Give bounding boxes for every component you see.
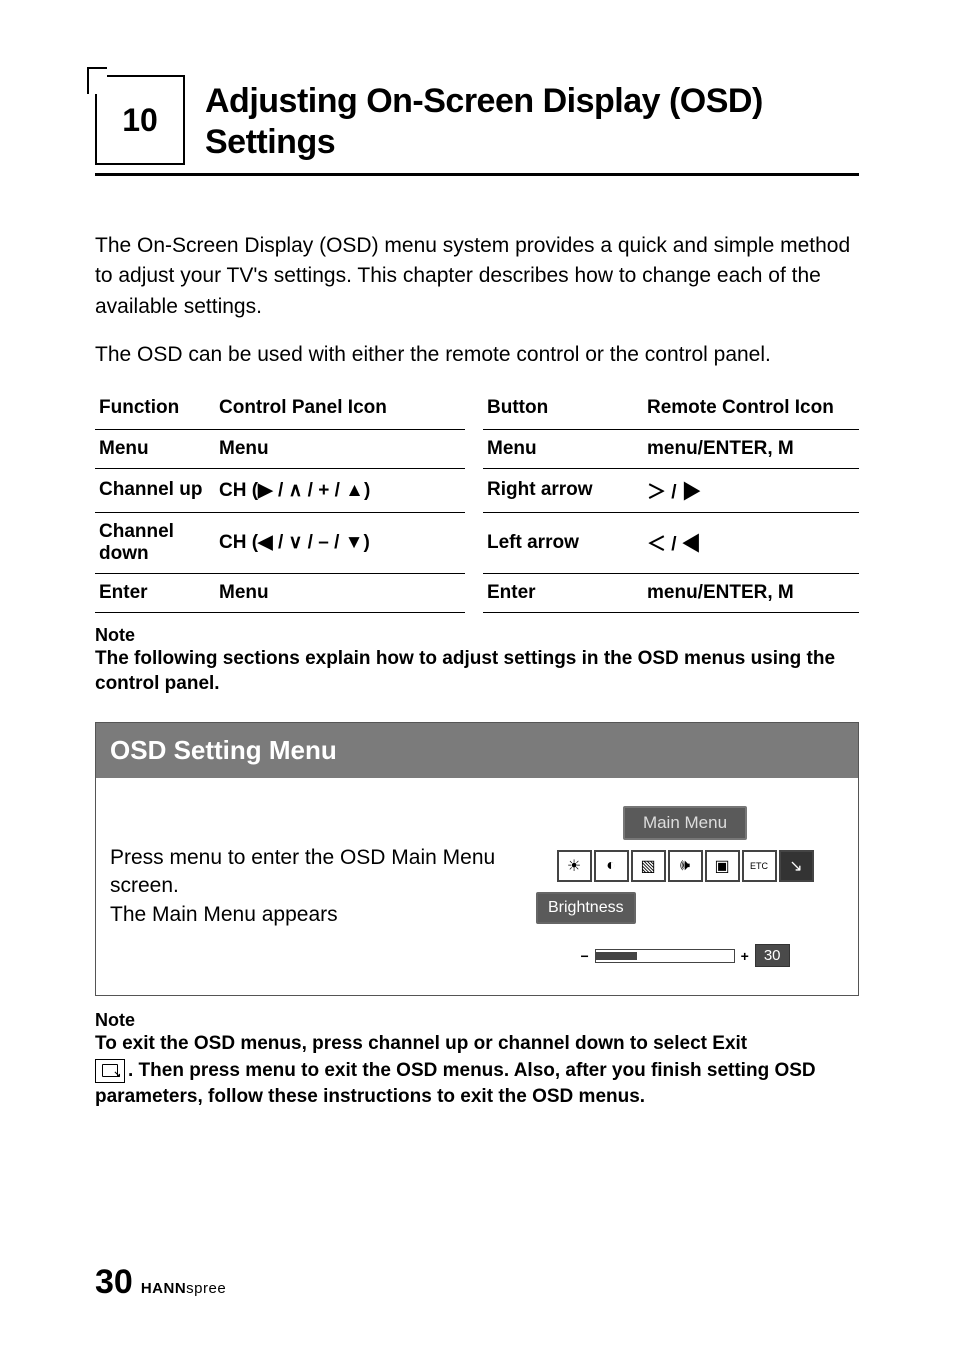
slider-fill xyxy=(596,952,637,960)
etc-icon: ETC xyxy=(742,850,777,882)
note-label: Note xyxy=(95,625,859,646)
header-button: Button xyxy=(483,389,643,430)
picture-icon: ▧ xyxy=(631,850,666,882)
table-row: Enter Menu Enter menu/ENTER, M xyxy=(95,573,859,612)
cell-rci: ＞ / ▶ xyxy=(643,468,859,512)
table-row: Channel down CH (◀ / ∨ / – / ▼) Left arr… xyxy=(95,512,859,573)
cell-rci: menu/ENTER, M xyxy=(643,573,859,612)
section-body-text: Press menu to enter the OSD Main Menu sc… xyxy=(110,844,510,929)
brand-light: spree xyxy=(186,1280,226,1297)
gap xyxy=(465,573,483,612)
table-row: Menu Menu Menu menu/ENTER, M xyxy=(95,429,859,468)
contrast-icon: ◐ xyxy=(594,850,629,882)
cell-function: Menu xyxy=(95,429,215,468)
note2-line1: To exit the OSD menus, press channel up … xyxy=(95,1033,747,1054)
plus-icon: + xyxy=(741,948,749,964)
screen-icon: ▣ xyxy=(705,850,740,882)
gap xyxy=(465,429,483,468)
gap xyxy=(465,468,483,512)
cell-function: Enter xyxy=(95,573,215,612)
osd-graphic: Main Menu ☀ ◐ ▧ 🕪 ▣ ETC ↘ Brightness − +… xyxy=(530,806,840,967)
section-line-1: Press menu to enter the OSD Main Menu sc… xyxy=(110,846,495,897)
cell-function: Channel up xyxy=(95,468,215,512)
cell-cpi: Menu xyxy=(215,429,465,468)
slider-value: 30 xyxy=(755,944,790,967)
page-number: 30 xyxy=(95,1263,133,1302)
osd-brightness-label: Brightness xyxy=(536,892,636,924)
intro-paragraph-2: The OSD can be used with either the remo… xyxy=(95,340,859,370)
section-body: Press menu to enter the OSD Main Menu sc… xyxy=(96,778,858,995)
gap xyxy=(465,512,483,573)
cell-rci: menu/ENTER, M xyxy=(643,429,859,468)
cell-cpi: CH (▶ / ∧ / + / ▲) xyxy=(215,468,465,512)
cell-rci: ＜ / ◀ xyxy=(643,512,859,573)
cell-button: Menu xyxy=(483,429,643,468)
brand-bold: HANN xyxy=(141,1280,186,1297)
exit-icon: ↘ xyxy=(779,850,814,882)
cell-button: Right arrow xyxy=(483,468,643,512)
intro-paragraph-1: The On-Screen Display (OSD) menu system … xyxy=(95,231,859,322)
header-function: Function xyxy=(95,389,215,430)
gap xyxy=(465,389,483,430)
note-text: The following sections explain how to ad… xyxy=(95,646,859,697)
audio-icon: 🕪 xyxy=(668,850,703,882)
header-remote-control-icon: Remote Control Icon xyxy=(643,389,859,430)
chapter-header: 10 Adjusting On-Screen Display (OSD) Set… xyxy=(95,75,859,176)
minus-icon: − xyxy=(580,948,588,964)
table-header-row: Function Control Panel Icon Button Remot… xyxy=(95,389,859,430)
cell-function: Channel down xyxy=(95,512,215,573)
chapter-number-box: 10 xyxy=(95,75,185,165)
osd-main-menu-label: Main Menu xyxy=(623,806,747,840)
cell-button: Enter xyxy=(483,573,643,612)
section-header: OSD Setting Menu xyxy=(96,723,858,778)
slider-track xyxy=(595,949,735,963)
osd-section-box: OSD Setting Menu Press menu to enter the… xyxy=(95,722,859,996)
osd-slider: − + 30 xyxy=(580,944,789,967)
exit-inline-icon xyxy=(95,1059,125,1083)
chapter-title: Adjusting On-Screen Display (OSD) Settin… xyxy=(205,75,859,165)
note2-line2: . Then press menu to exit the OSD menus.… xyxy=(95,1060,816,1108)
brightness-icon: ☀ xyxy=(557,850,592,882)
cell-cpi: Menu xyxy=(215,573,465,612)
cell-button: Left arrow xyxy=(483,512,643,573)
osd-icon-bar: ☀ ◐ ▧ 🕪 ▣ ETC ↘ xyxy=(557,850,814,882)
function-table: Function Control Panel Icon Button Remot… xyxy=(95,389,859,613)
page-footer: 30 HANNspree xyxy=(95,1263,226,1302)
table-row: Channel up CH (▶ / ∧ / + / ▲) Right arro… xyxy=(95,468,859,512)
header-control-panel-icon: Control Panel Icon xyxy=(215,389,465,430)
cell-cpi: CH (◀ / ∨ / – / ▼) xyxy=(215,512,465,573)
section-line-2: The Main Menu appears xyxy=(110,903,338,926)
note2-label: Note xyxy=(95,1010,859,1031)
note2-text: To exit the OSD menus, press channel up … xyxy=(95,1031,859,1111)
chapter-number: 10 xyxy=(122,102,158,139)
brand: HANNspree xyxy=(141,1280,226,1297)
